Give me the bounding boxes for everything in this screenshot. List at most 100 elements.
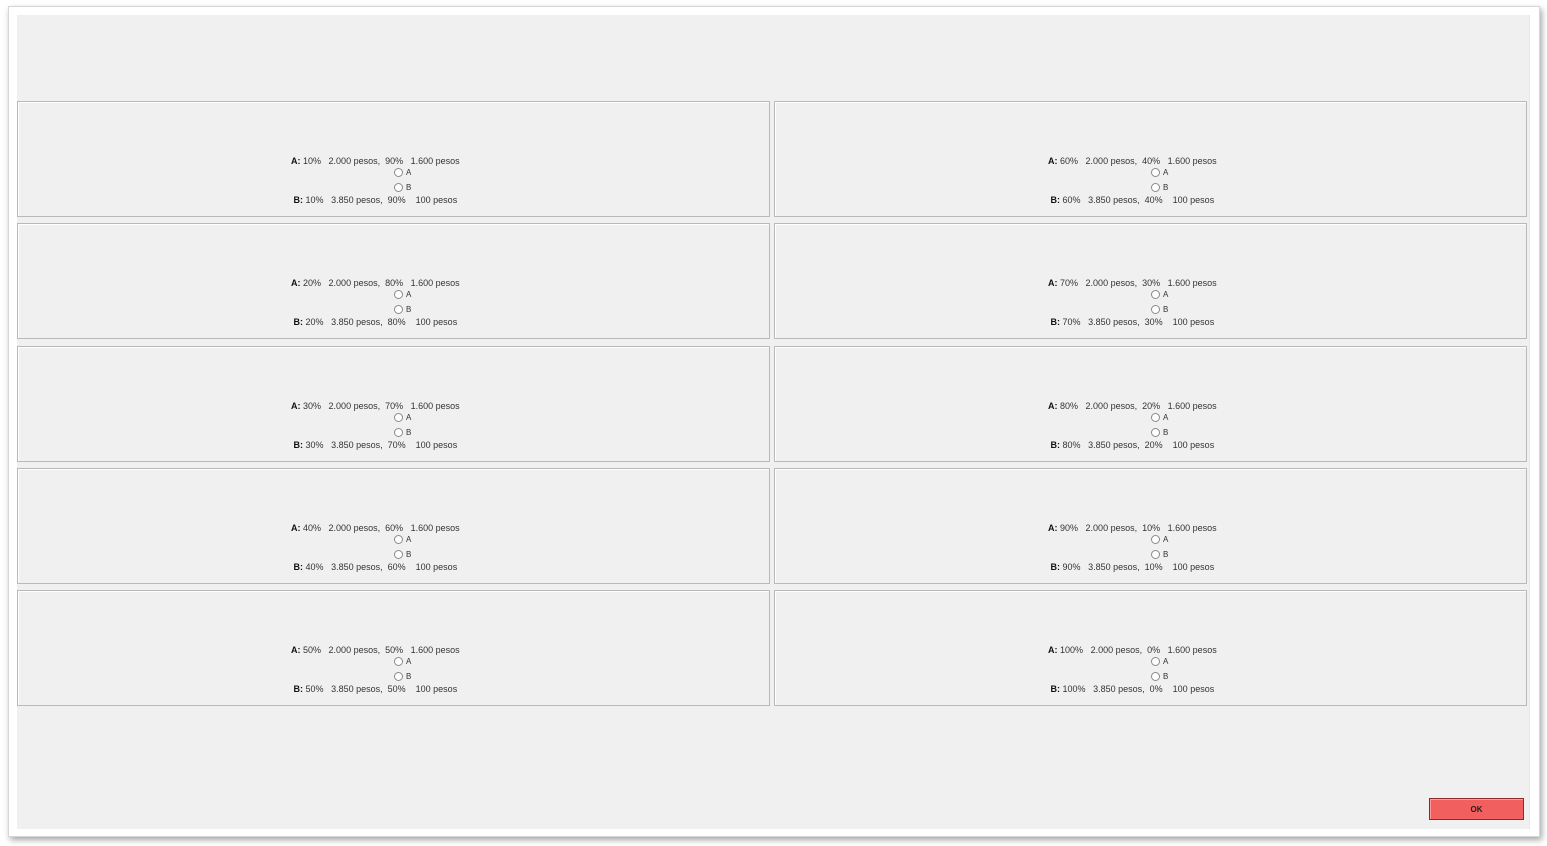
- radio-button-icon[interactable]: [394, 550, 403, 559]
- radio-label-b: B: [406, 550, 412, 559]
- option-b-prob-high: 90%: [1062, 562, 1081, 572]
- option-b-prob-high: 40%: [305, 562, 324, 572]
- radio-button-icon[interactable]: [394, 413, 403, 422]
- option-a-payoff-low: 1.600 pesos: [1167, 278, 1217, 288]
- option-a-line: A: 60% 2.000 pesos, 40% 1.600 pesos: [1048, 155, 1217, 168]
- radio-button-icon[interactable]: [1151, 550, 1160, 559]
- option-a-payoff-low: 1.600 pesos: [410, 278, 460, 288]
- radio-button-icon[interactable]: [394, 290, 403, 299]
- option-a-payoff-high: 2.000 pesos,: [328, 645, 381, 655]
- option-b-label: B:: [1050, 317, 1061, 327]
- choice-radio-group: A B: [394, 532, 411, 562]
- radio-button-icon[interactable]: [394, 657, 403, 666]
- option-a-prob-high: 100%: [1060, 645, 1084, 655]
- radio-option-a[interactable]: A: [1151, 410, 1168, 425]
- radio-option-b[interactable]: B: [394, 425, 411, 440]
- radio-button-icon[interactable]: [1151, 168, 1160, 177]
- option-b-label: B:: [293, 562, 304, 572]
- radio-option-b[interactable]: B: [1151, 180, 1168, 195]
- option-b-line: B: 40% 3.850 pesos, 60% 100 pesos: [291, 561, 460, 574]
- radio-button-icon[interactable]: [394, 672, 403, 681]
- radio-button-icon[interactable]: [394, 428, 403, 437]
- option-b-payoff-low: 100 pesos: [415, 440, 458, 450]
- option-a-prob-high: 60%: [1060, 156, 1079, 166]
- option-a-prob-high: 10%: [303, 156, 322, 166]
- option-b-payoff-high: 3.850 pesos,: [1088, 440, 1140, 450]
- radio-label-b: B: [406, 305, 412, 314]
- radio-button-icon[interactable]: [1151, 672, 1160, 681]
- choice-radio-group: A B: [1151, 165, 1168, 195]
- choice-radio-group: A B: [1151, 654, 1168, 684]
- radio-button-icon[interactable]: [1151, 413, 1160, 422]
- radio-option-b[interactable]: B: [1151, 302, 1168, 317]
- option-a-label: A:: [291, 401, 301, 411]
- radio-button-icon[interactable]: [1151, 305, 1160, 314]
- option-a-line: A: 30% 2.000 pesos, 70% 1.600 pesos: [291, 400, 460, 413]
- option-a-payoff-low: 1.600 pesos: [1167, 645, 1217, 655]
- radio-label-a: A: [1163, 413, 1169, 422]
- radio-label-b: B: [406, 183, 412, 192]
- radio-button-icon[interactable]: [394, 168, 403, 177]
- option-b-payoff-high: 3.850 pesos,: [331, 195, 383, 205]
- radio-button-icon[interactable]: [1151, 428, 1160, 437]
- lottery-choice-panel: A: 30% 2.000 pesos, 70% 1.600 pesos B: 3…: [17, 346, 770, 462]
- radio-label-a: A: [1163, 657, 1169, 666]
- option-b-payoff-low: 100 pesos: [415, 317, 458, 327]
- radio-option-a[interactable]: A: [394, 532, 411, 547]
- radio-option-b[interactable]: B: [394, 302, 411, 317]
- radio-option-b[interactable]: B: [1151, 425, 1168, 440]
- radio-option-a[interactable]: A: [394, 410, 411, 425]
- option-a-label: A:: [1048, 401, 1058, 411]
- option-b-prob-low: 30%: [1144, 317, 1163, 327]
- radio-option-a[interactable]: A: [1151, 287, 1168, 302]
- lottery-choice-panel: A: 70% 2.000 pesos, 30% 1.600 pesos B: 7…: [774, 223, 1527, 339]
- radio-label-a: A: [406, 168, 412, 177]
- option-a-payoff-high: 2.000 pesos,: [1090, 645, 1143, 655]
- option-a-line: A: 100% 2.000 pesos, 0% 1.600 pesos: [1048, 644, 1217, 657]
- radio-button-icon[interactable]: [1151, 183, 1160, 192]
- ok-button[interactable]: OK: [1429, 798, 1524, 820]
- option-b-payoff-low: 100 pesos: [1172, 195, 1215, 205]
- radio-option-b[interactable]: B: [394, 669, 411, 684]
- radio-option-b[interactable]: B: [1151, 547, 1168, 562]
- radio-label-b: B: [406, 672, 412, 681]
- radio-label-a: A: [1163, 290, 1169, 299]
- lottery-description: A: 10% 2.000 pesos, 90% 1.600 pesos B: 1…: [291, 129, 460, 233]
- radio-option-b[interactable]: B: [1151, 669, 1168, 684]
- radio-button-icon[interactable]: [394, 535, 403, 544]
- option-a-line: A: 40% 2.000 pesos, 60% 1.600 pesos: [291, 522, 460, 535]
- radio-button-icon[interactable]: [1151, 657, 1160, 666]
- option-a-label: A:: [291, 523, 301, 533]
- lottery-choice-panel: A: 20% 2.000 pesos, 80% 1.600 pesos B: 2…: [17, 223, 770, 339]
- radio-option-b[interactable]: B: [394, 180, 411, 195]
- lottery-choice-panel: A: 50% 2.000 pesos, 50% 1.600 pesos B: 5…: [17, 590, 770, 706]
- radio-option-a[interactable]: A: [1151, 654, 1168, 669]
- radio-button-icon[interactable]: [1151, 535, 1160, 544]
- radio-option-a[interactable]: A: [394, 287, 411, 302]
- option-b-payoff-low: 100 pesos: [415, 562, 458, 572]
- option-b-prob-high: 30%: [305, 440, 324, 450]
- radio-button-icon[interactable]: [394, 183, 403, 192]
- radio-option-a[interactable]: A: [394, 654, 411, 669]
- radio-button-icon[interactable]: [1151, 290, 1160, 299]
- option-b-prob-high: 10%: [305, 195, 324, 205]
- choice-radio-group: A B: [394, 287, 411, 317]
- option-b-label: B:: [293, 195, 304, 205]
- option-b-label: B:: [1050, 195, 1061, 205]
- lottery-description: A: 70% 2.000 pesos, 30% 1.600 pesos B: 7…: [1048, 251, 1217, 355]
- option-b-label: B:: [293, 440, 304, 450]
- option-a-label: A:: [1048, 645, 1058, 655]
- option-b-payoff-high: 3.850 pesos,: [331, 317, 383, 327]
- option-a-payoff-high: 2.000 pesos,: [328, 278, 381, 288]
- option-b-payoff-high: 3.850 pesos,: [331, 440, 383, 450]
- option-a-payoff-low: 1.600 pesos: [410, 523, 460, 533]
- option-a-payoff-high: 2.000 pesos,: [328, 156, 381, 166]
- lottery-description: A: 90% 2.000 pesos, 10% 1.600 pesos B: 9…: [1048, 496, 1217, 600]
- radio-option-a[interactable]: A: [1151, 532, 1168, 547]
- radio-button-icon[interactable]: [394, 305, 403, 314]
- option-b-line: B: 20% 3.850 pesos, 80% 100 pesos: [291, 316, 460, 329]
- option-b-prob-low: 0%: [1149, 684, 1163, 694]
- radio-option-b[interactable]: B: [394, 547, 411, 562]
- radio-option-a[interactable]: A: [1151, 165, 1168, 180]
- radio-option-a[interactable]: A: [394, 165, 411, 180]
